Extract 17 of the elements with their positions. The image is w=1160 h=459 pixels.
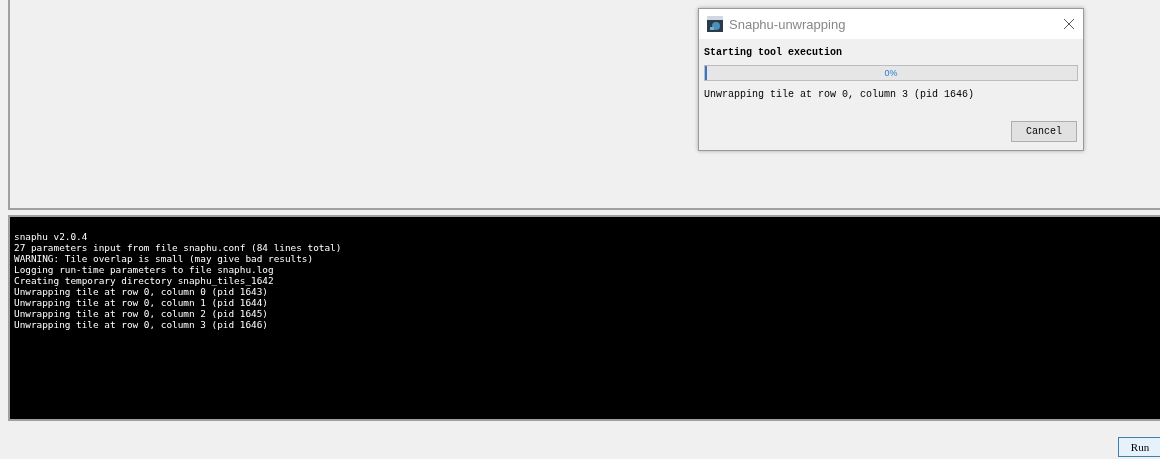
- console-line: Logging run-time parameters to file snaphu.log: [14, 264, 275, 275]
- console-line: Unwrapping tile at row 0, column 2 (pid 1645): [14, 308, 269, 319]
- cancel-button[interactable]: Cancel: [1011, 121, 1077, 142]
- console-line: Creating temporary directory snaphu_tiles_1642: [14, 275, 275, 286]
- console-line: 27 parameters input from file snaphu.conf (84 lines total): [14, 242, 343, 253]
- console-line: Unwrapping tile at row 0, column 3 (pid 1646): [14, 319, 269, 330]
- run-button[interactable]: Run: [1118, 437, 1160, 457]
- console-line: Unwrapping tile at row 0, column 0 (pid 1643): [14, 286, 269, 297]
- progress-reading: 0%: [884, 67, 898, 80]
- status-text: Unwrapping tile at row 0, column 3 (pid 1646): [704, 89, 976, 100]
- app-icon: [707, 16, 723, 32]
- dialog-title: Snaphu-unwrapping: [729, 16, 847, 32]
- close-icon[interactable]: [1063, 18, 1075, 30]
- console-line: Unwrapping tile at row 0, column 1 (pid 1644): [14, 297, 269, 308]
- console-line: snaphu v2.0.4: [14, 231, 89, 242]
- console-line: WARNING: Tile overlap is small (may give bad results): [14, 253, 315, 264]
- dialog-heading: Starting tool execution: [704, 47, 844, 58]
